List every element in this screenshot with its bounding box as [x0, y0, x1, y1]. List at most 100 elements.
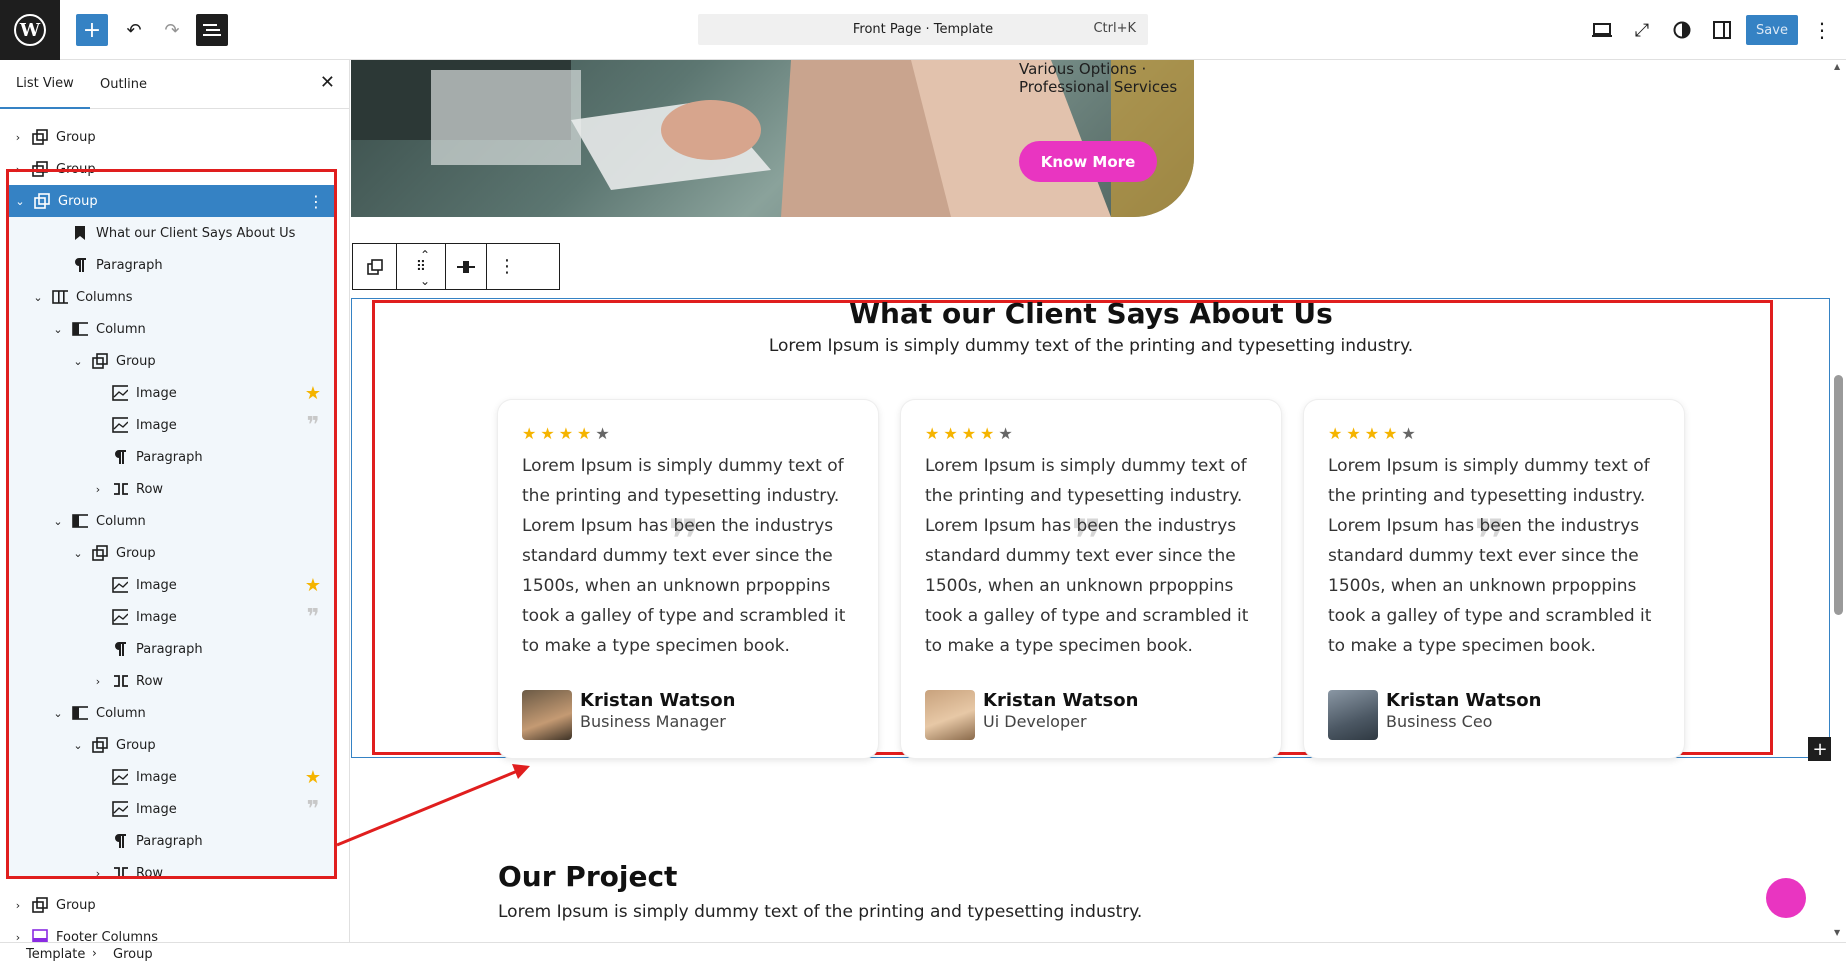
- tab-list-view[interactable]: List View: [0, 60, 90, 109]
- tree-row[interactable]: › Group: [4, 889, 334, 921]
- tree-row[interactable]: Paragraph: [4, 249, 334, 281]
- tree-row[interactable]: ⌄ Column: [4, 697, 334, 729]
- tree-row[interactable]: › Row: [4, 857, 334, 889]
- testimonial-card[interactable]: ★★★★★ ❞ Lorem Ipsum is simply dummy text o…: [498, 400, 878, 758]
- tree-row[interactable]: What our Client Says About Us: [4, 217, 334, 249]
- fullscreen-icon[interactable]: ⤢: [1626, 14, 1658, 46]
- testimonial-card[interactable]: ★★★★★ ❞ Lorem Ipsum is simply dummy text o…: [901, 400, 1281, 758]
- add-block-inline-icon[interactable]: +: [1808, 737, 1831, 761]
- list-view-toggle-icon[interactable]: [196, 14, 228, 46]
- tree-row[interactable]: ⌄ Group: [4, 345, 334, 377]
- tab-outline[interactable]: Outline: [84, 60, 163, 109]
- tree-row[interactable]: Image ★: [4, 569, 334, 601]
- chevron-down-icon[interactable]: ⌄: [72, 547, 84, 560]
- breadcrumb-template[interactable]: Template: [26, 947, 85, 962]
- tree-row[interactable]: ⌄ Column: [4, 505, 334, 537]
- options-menu-icon[interactable]: ⋮: [1808, 14, 1836, 46]
- move-up-down-icon[interactable]: ⌃ ⌄: [415, 248, 435, 288]
- testimonial-text[interactable]: Lorem Ipsum is simply dummy text of the …: [522, 451, 862, 661]
- svg-text:W: W: [19, 20, 41, 41]
- desktop-preview-icon[interactable]: [1586, 14, 1618, 46]
- project-heading[interactable]: Our Project: [498, 860, 677, 893]
- tree-row[interactable]: ⌄ Columns: [4, 281, 334, 313]
- styles-contrast-icon[interactable]: [1666, 14, 1698, 46]
- image-icon: [112, 577, 128, 593]
- wordpress-logo-icon[interactable]: W: [0, 0, 60, 60]
- tree-row[interactable]: ⌄ Group: [4, 537, 334, 569]
- redo-icon[interactable]: ↷: [156, 14, 188, 46]
- add-block-button[interactable]: +: [76, 14, 108, 46]
- justify-icon[interactable]: [446, 244, 486, 289]
- tree-row-label: Group: [116, 353, 156, 369]
- know-more-button[interactable]: Know More: [1019, 141, 1157, 182]
- chevron-down-icon[interactable]: ⌄: [14, 195, 26, 208]
- column-icon: [72, 705, 88, 721]
- group-block-icon[interactable]: [353, 244, 397, 289]
- column-icon: [72, 321, 88, 337]
- command-palette-button[interactable]: Front Page · Template Ctrl+K: [698, 14, 1148, 45]
- star-icon: ★: [522, 424, 541, 443]
- chevron-down-icon[interactable]: ⌄: [52, 515, 64, 528]
- chevron-right-icon[interactable]: ›: [12, 131, 24, 144]
- chevron-right-icon[interactable]: ›: [92, 675, 104, 688]
- tree-row[interactable]: Paragraph: [4, 825, 334, 857]
- row-icon: [112, 673, 128, 689]
- sidebar-tabs: List View Outline ✕: [0, 60, 349, 109]
- tree-row[interactable]: › Row: [4, 665, 334, 697]
- tree-row-label: Group: [116, 545, 156, 561]
- chevron-right-icon[interactable]: ›: [12, 899, 24, 912]
- tree-row-label: Image: [136, 769, 177, 785]
- scrollbar-thumb[interactable]: [1834, 375, 1843, 615]
- scroll-down-icon[interactable]: ▼: [1834, 928, 1840, 937]
- floating-action-button[interactable]: [1766, 878, 1806, 918]
- image-icon: [112, 417, 128, 433]
- settings-sidebar-icon[interactable]: [1706, 14, 1738, 46]
- tree-row-label: Paragraph: [136, 641, 203, 657]
- tree-row[interactable]: Image ❞: [4, 409, 334, 441]
- tree-row[interactable]: Paragraph: [4, 633, 334, 665]
- chevron-right-icon[interactable]: ›: [12, 163, 24, 176]
- testimonial-text[interactable]: Lorem Ipsum is simply dummy text of the …: [925, 451, 1265, 661]
- tree-row[interactable]: › Group: [4, 153, 334, 185]
- tree-row-label: What our Client Says About Us: [96, 225, 296, 241]
- tree-row[interactable]: › Row: [4, 473, 334, 505]
- scroll-up-icon[interactable]: ▲: [1834, 62, 1840, 71]
- tree-row[interactable]: Image ❞: [4, 793, 334, 825]
- tree-row[interactable]: ⌄ Column: [4, 313, 334, 345]
- tree-row[interactable]: Image ❞: [4, 601, 334, 633]
- tree-row-label: Image: [136, 577, 177, 593]
- chevron-down-icon[interactable]: ⌄: [72, 739, 84, 752]
- star-icon: ★: [1364, 424, 1384, 443]
- hero-image: Various Options · Professional Services …: [351, 60, 1194, 217]
- tree-row-label: Paragraph: [136, 833, 203, 849]
- chevron-down-icon[interactable]: ⌄: [52, 707, 64, 720]
- chevron-down-icon[interactable]: ⌄: [52, 323, 64, 336]
- section-paragraph[interactable]: Lorem Ipsum is simply dummy text of the …: [351, 336, 1831, 356]
- tree-row[interactable]: Image ★: [4, 761, 334, 793]
- tree-row[interactable]: Paragraph: [4, 441, 334, 473]
- more-options-icon[interactable]: ⋮: [487, 244, 527, 289]
- close-icon[interactable]: ✕: [320, 72, 335, 93]
- testimonial-card[interactable]: ★★★★★ ❞ Lorem Ipsum is simply dummy text o…: [1304, 400, 1684, 758]
- save-button[interactable]: Save: [1746, 15, 1798, 45]
- row-options-icon[interactable]: ⋮: [307, 192, 325, 211]
- tree-row[interactable]: Image ★: [4, 377, 334, 409]
- chevron-right-icon[interactable]: ›: [92, 867, 104, 880]
- tree-row-label: Column: [96, 705, 146, 721]
- image-icon: [112, 801, 128, 817]
- section-heading[interactable]: What our Client Says About Us: [351, 297, 1831, 330]
- client-name: Kristan Watson: [1386, 690, 1542, 711]
- star-icon: ★: [1346, 424, 1365, 443]
- chevron-down-icon[interactable]: ⌄: [72, 355, 84, 368]
- undo-icon[interactable]: ↶: [118, 14, 150, 46]
- tree-row-label: Group: [116, 737, 156, 753]
- tree-row[interactable]: › Group: [4, 121, 334, 153]
- project-paragraph[interactable]: Lorem Ipsum is simply dummy text of the …: [498, 902, 1142, 922]
- tree-row[interactable]: ⌄ Group ⋮: [6, 185, 337, 217]
- chevron-down-icon[interactable]: ⌄: [32, 291, 44, 304]
- client-role: Business Manager: [580, 712, 726, 731]
- tree-row[interactable]: ⌄ Group: [4, 729, 334, 761]
- chevron-right-icon[interactable]: ›: [92, 483, 104, 496]
- breadcrumb-group[interactable]: Group: [113, 947, 153, 962]
- testimonial-text[interactable]: Lorem Ipsum is simply dummy text of the …: [1328, 451, 1668, 661]
